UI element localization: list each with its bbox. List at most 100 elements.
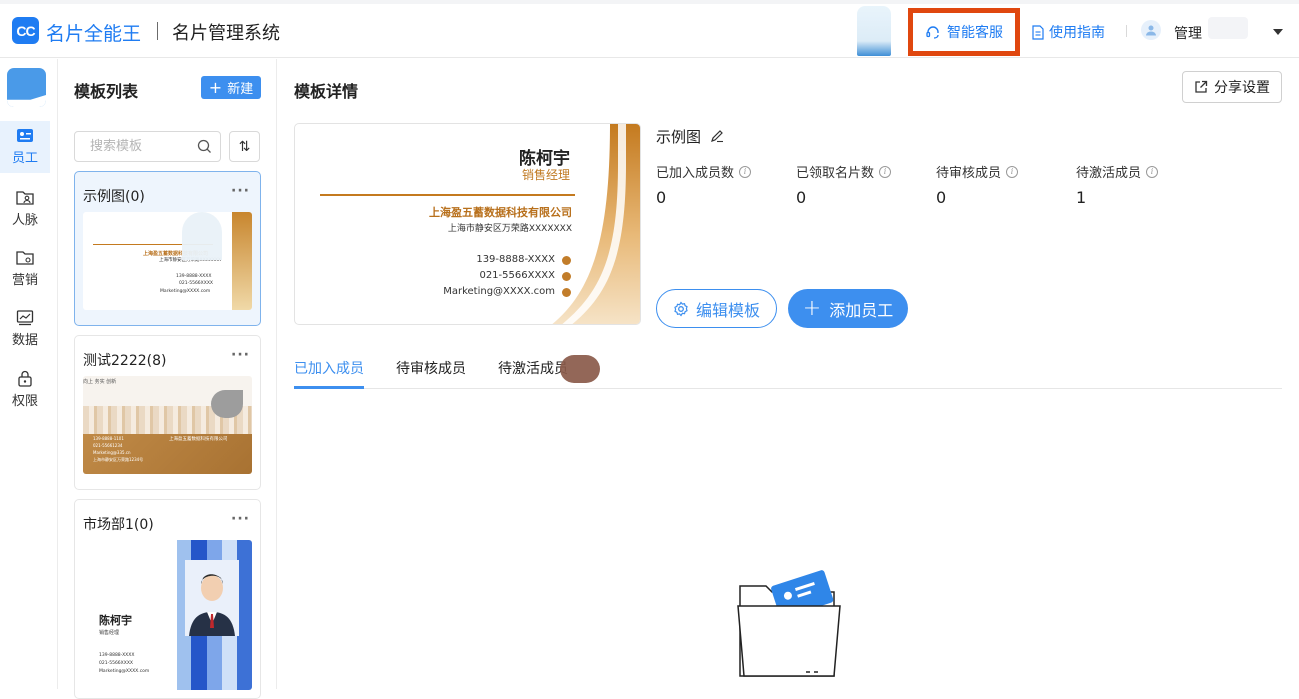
chevron-down-icon[interactable] xyxy=(1273,29,1283,35)
thumb-role: 销售经理 xyxy=(99,630,120,636)
header-divider xyxy=(157,22,158,40)
redaction-overlay xyxy=(560,355,600,383)
tab-pending-activation[interactable]: 待激活成员 xyxy=(498,358,568,378)
redaction-overlay xyxy=(211,390,243,418)
tab-pending-review[interactable]: 待审核成员 xyxy=(396,358,466,378)
redaction-overlay xyxy=(182,212,222,260)
add-employee-button[interactable]: + 添加员工 xyxy=(788,289,908,328)
nav-label: 人脉 xyxy=(11,213,38,228)
user-icon xyxy=(1146,25,1156,36)
search-input[interactable] xyxy=(75,132,193,161)
sort-button[interactable]: ⇅ xyxy=(229,131,260,162)
stat-label-pending-review: 待审核成员 i xyxy=(936,162,1019,181)
logo-icon: CC xyxy=(12,17,39,44)
info-icon[interactable]: i xyxy=(1146,165,1159,178)
gold-stripe xyxy=(232,212,252,310)
person-icon xyxy=(189,574,235,636)
top-strip xyxy=(0,0,1299,4)
more-options-icon[interactable]: ··· xyxy=(231,183,250,199)
template-card-name: 示例图(0) xyxy=(83,189,145,205)
stat-value-pending-activation: 1 xyxy=(1076,188,1087,207)
nav-item-marketing[interactable]: 营销 xyxy=(0,243,50,295)
stat-value-claimed: 0 xyxy=(796,188,807,207)
plus-icon: + xyxy=(208,77,223,97)
headset-icon xyxy=(926,26,939,39)
new-template-button[interactable]: + 新建 xyxy=(201,76,261,99)
more-options-icon[interactable]: ··· xyxy=(231,511,250,527)
thumb-address: 上海市静安区万荣路1234号 xyxy=(93,457,144,462)
search-icon[interactable] xyxy=(197,139,212,154)
plus-icon: + xyxy=(802,295,822,321)
portrait-image xyxy=(185,560,239,636)
stat-label-claimed: 已领取名片数 i xyxy=(796,162,892,181)
template-thumbnail: 向上 务实 创新 上海盈五蓄数据科技有限公司 139-8888-1101 021… xyxy=(83,376,252,474)
thumb-person: 陈柯宇 xyxy=(99,614,132,627)
stat-value-joined: 0 xyxy=(656,188,667,207)
id-card-icon xyxy=(17,129,33,142)
nav-label: 数据 xyxy=(11,333,38,348)
new-template-label: 新建 xyxy=(227,82,254,97)
nav-item-contacts[interactable]: 人脉 xyxy=(0,183,50,235)
thumb-tel: 021-5566XXXX xyxy=(99,661,133,666)
contacts-folder-icon xyxy=(16,191,34,205)
business-card-preview: 陈柯宇 销售经理 上海盈五蓄数据科技有限公司 上海市静安区万荣路XXXXXXX … xyxy=(294,123,641,325)
system-title: 名片管理系统 xyxy=(172,23,280,44)
logo-text: 名片全能王 xyxy=(46,23,142,45)
thumb-slogan: 向上 务实 创新 xyxy=(83,379,117,385)
card-tel: 021-5566XXXX xyxy=(479,270,555,281)
card-email: Marketing@XXXX.com xyxy=(443,286,555,297)
stat-label-joined: 已加入成员数 i xyxy=(656,162,752,181)
tab-active-indicator xyxy=(294,386,364,389)
email-icon xyxy=(562,288,571,297)
header-separator xyxy=(1126,25,1127,37)
stat-label-text: 已领取名片数 xyxy=(796,166,875,181)
nav-label: 营销 xyxy=(11,273,38,288)
card-role: 销售经理 xyxy=(521,168,570,182)
stat-label-text: 待审核成员 xyxy=(936,166,1002,181)
sort-icon: ⇅ xyxy=(238,138,251,155)
pencil-icon[interactable] xyxy=(710,129,724,143)
thumb-phone: 139-8888-XXXX xyxy=(99,653,135,658)
member-tabs: 已加入成员 待审核成员 待激活成员 xyxy=(294,352,1282,389)
info-icon[interactable]: i xyxy=(879,165,892,178)
smart-support-label: 智能客服 xyxy=(947,25,1003,41)
smart-support-button[interactable]: 智能客服 xyxy=(908,8,1020,56)
nav-item-data[interactable]: 数据 xyxy=(0,303,50,355)
add-employee-label: 添加员工 xyxy=(829,300,894,320)
detail-title: 模板详情 xyxy=(294,82,359,101)
nav-item-permissions[interactable]: 权限 xyxy=(0,363,50,415)
info-icon[interactable]: i xyxy=(739,165,752,178)
edit-template-button[interactable]: 编辑模板 xyxy=(656,289,777,328)
thumb-phone: 139-8888-1101 xyxy=(93,436,124,441)
thumb-email: Marketing@XXXX.com xyxy=(99,669,150,674)
thumb-phone: 139-8888-XXXX xyxy=(176,274,212,279)
app-logo-icon[interactable] xyxy=(7,68,46,107)
chart-icon xyxy=(16,310,34,326)
tab-joined-members[interactable]: 已加入成员 xyxy=(294,358,364,378)
avatar[interactable] xyxy=(1141,20,1161,40)
lock-icon xyxy=(18,370,32,387)
template-card[interactable]: 测试2222(8) ··· 向上 务实 创新 上海盈五蓄数据科技有限公司 139… xyxy=(74,335,261,490)
share-icon xyxy=(1195,80,1208,93)
template-card-name: 市场部1(0) xyxy=(83,517,154,533)
more-options-icon[interactable]: ··· xyxy=(231,347,250,363)
thumb-tel: 021-5566XXXX xyxy=(179,281,213,286)
template-card[interactable]: 市场部1(0) ··· 陈柯宇 销售经理 139-8888-XXXX 021-5… xyxy=(74,499,261,699)
card-divider xyxy=(320,194,575,196)
admin-name[interactable]: 管理 xyxy=(1174,23,1202,43)
redacted-name xyxy=(1208,17,1248,39)
template-name: 示例图 xyxy=(656,126,724,147)
marketing-folder-icon xyxy=(16,251,34,265)
template-list-title: 模板列表 xyxy=(74,82,139,101)
thumb-email: Marketing@335.cn xyxy=(93,450,131,455)
telephone-icon xyxy=(562,272,571,281)
share-settings-button[interactable]: 分享设置 xyxy=(1182,71,1282,103)
nav-label: 员工 xyxy=(11,151,38,166)
info-icon[interactable]: i xyxy=(1006,165,1019,178)
search-box xyxy=(74,131,221,162)
template-card[interactable]: 示例图(0) ··· 上海盈五蓄数据科技有限公司 上海市静安区万荣路XXXXXX… xyxy=(74,171,261,326)
template-name-text: 示例图 xyxy=(656,128,702,146)
nav-item-employees[interactable]: 员工 xyxy=(0,121,50,173)
user-guide-link[interactable]: 使用指南 xyxy=(1031,22,1105,42)
edit-template-label: 编辑模板 xyxy=(695,300,760,320)
